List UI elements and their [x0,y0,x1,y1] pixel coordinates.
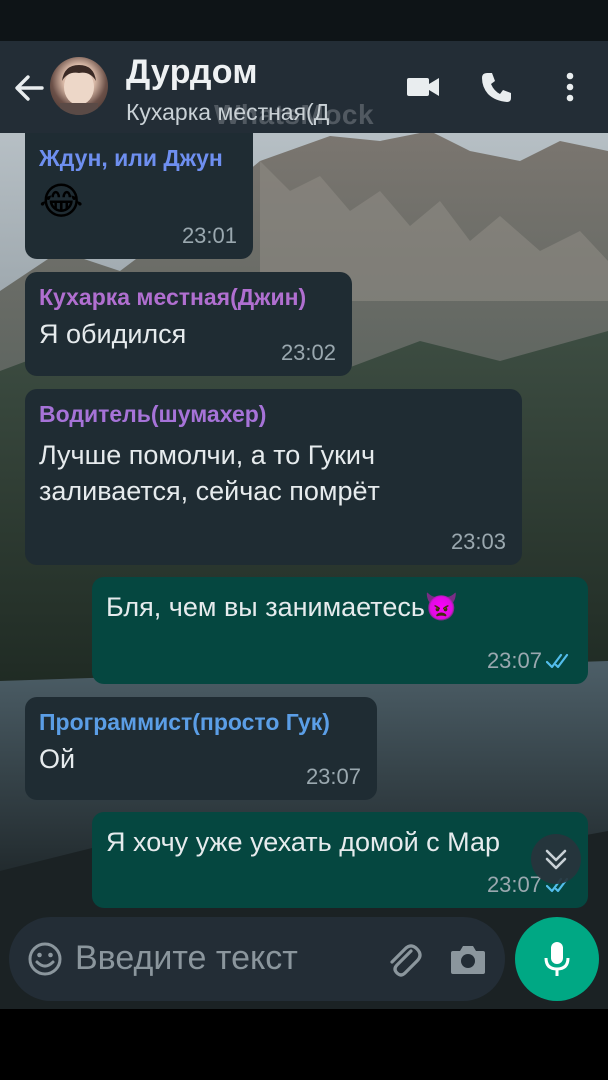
message-bubble-outgoing[interactable]: Бля, чем вы занимаетесь👿 23:07 [92,577,588,684]
message-text-line: Лучше помолчи, а то Гукич [39,440,376,470]
message-time: 23:01 [181,223,237,248]
sender-name: Кухарка местная(Джин) [39,284,307,310]
message-bubble[interactable]: Водитель(шумахер) Лучше помолчи, а то Гу… [25,389,522,565]
message-time: 23:03 [450,529,506,554]
sender-name: Ждун, или Джун [39,145,223,171]
message-time: 23:07 [305,764,361,789]
camera-icon[interactable] [449,941,487,977]
scroll-down-button[interactable] [531,834,581,884]
navigation-bar [0,1009,608,1080]
message-bubble[interactable]: Ждун, или Джун 😂 23:01 [25,133,253,259]
avatar[interactable] [50,57,108,115]
message-time: 23:07 [486,648,542,673]
double-chevron-down-icon [545,849,567,870]
message-bubble[interactable]: Программист(просто Гук) Ой 23:07 [25,697,377,800]
message-text: 😂 [39,181,84,223]
message-text: Я хочу уже уехать домой с Мар [106,827,501,857]
more-vert-icon[interactable] [552,69,588,105]
video-call-icon[interactable] [405,69,441,105]
emoji-icon[interactable] [27,941,63,977]
phone-icon[interactable] [479,69,515,105]
sender-name: Водитель(шумахер) [39,401,267,427]
message-composer[interactable]: Введите текст [9,917,505,1001]
sender-name: Программист(просто Гук) [39,709,330,735]
read-ticks-icon [546,653,569,669]
message-text-line: заливается, сейчас помрёт [39,476,380,506]
chat-title[interactable]: Дурдом [126,53,258,92]
message-bubble[interactable]: Кухарка местная(Джин) Я обидился 23:02 [25,272,352,376]
attach-icon[interactable] [383,939,423,979]
message-bubble-outgoing[interactable]: Я хочу уже уехать домой с Мар 23:07 [92,812,588,908]
status-bar [0,0,608,41]
message-text: Бля, чем вы занимаетесь👿 [106,592,459,622]
watermark: WhatsMock [214,99,375,130]
message-time: 23:02 [280,340,336,365]
mic-icon [544,942,570,976]
chat-header: Дурдом Кухарка местная(Д WhatsMock [0,41,608,133]
message-input[interactable]: Введите текст [75,939,298,978]
back-arrow-icon[interactable] [12,71,46,105]
mic-button[interactable] [515,917,599,1001]
